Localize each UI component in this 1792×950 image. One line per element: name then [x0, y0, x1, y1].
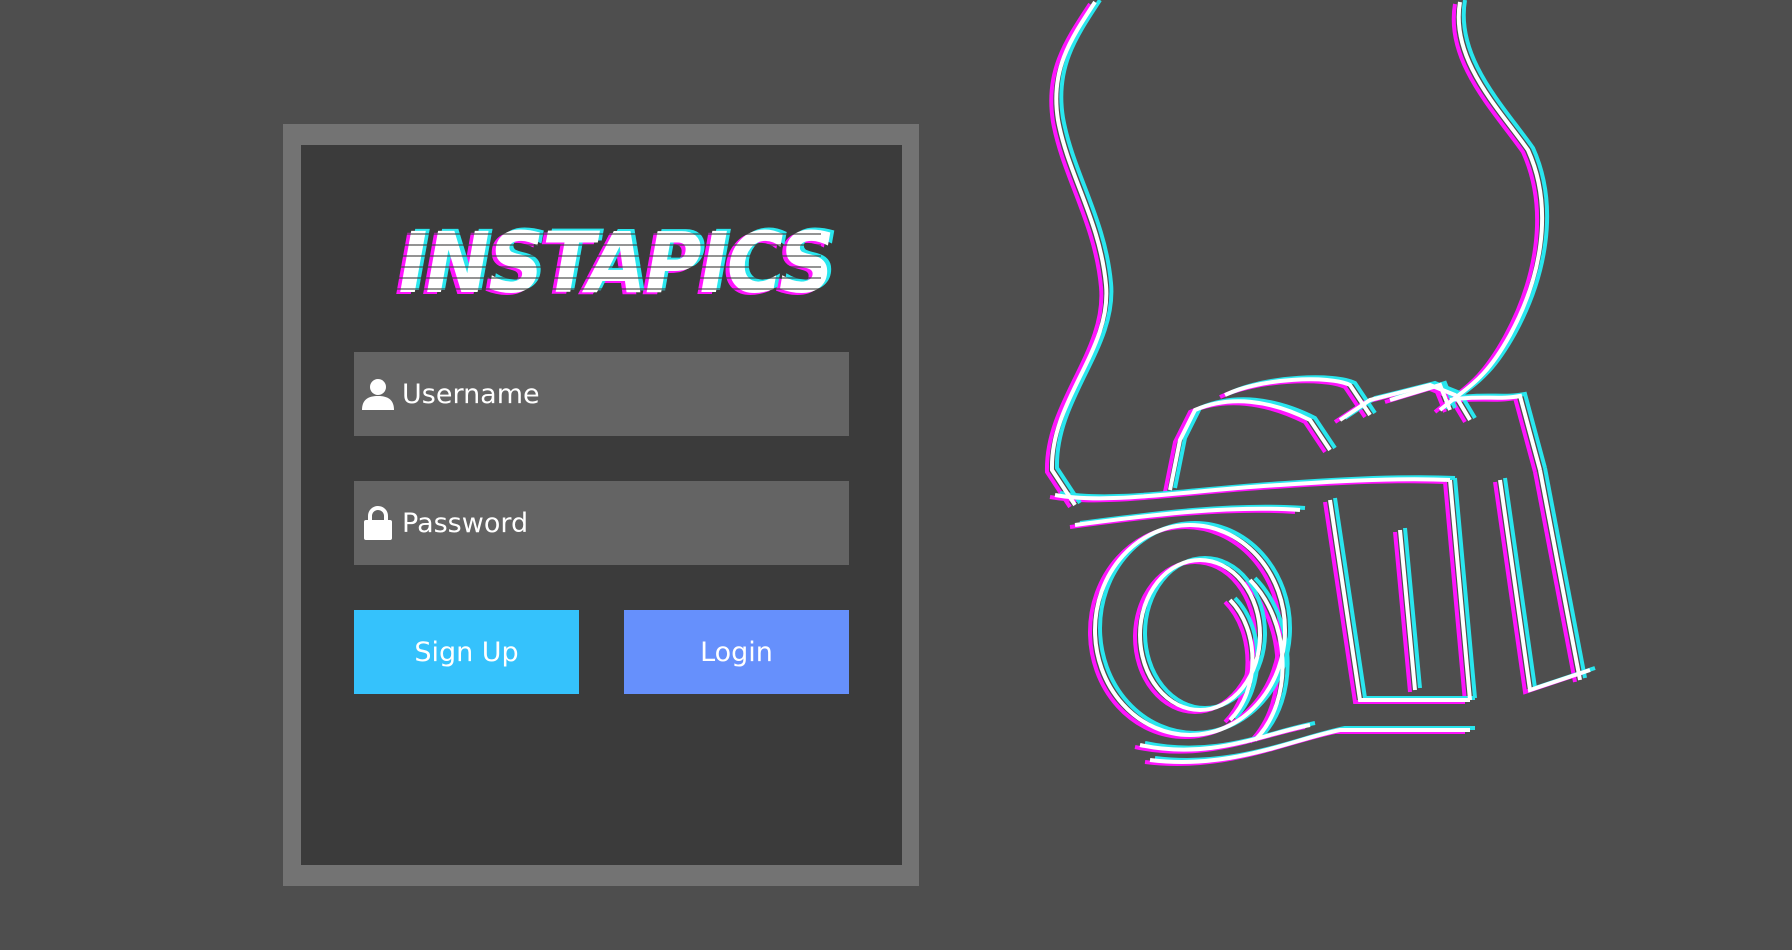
logo-text: INSTAPICS	[398, 214, 835, 312]
user-icon	[360, 376, 396, 412]
login-card: INSTAPICS INSTAPICS INSTAPICS Username S…	[301, 145, 902, 865]
password-field[interactable]	[354, 481, 849, 565]
app-logo: INSTAPICS INSTAPICS INSTAPICS	[381, 212, 839, 314]
login-frame: INSTAPICS INSTAPICS INSTAPICS Username S…	[283, 124, 919, 886]
password-input[interactable]	[396, 492, 849, 554]
camera-icon	[1030, 0, 1730, 800]
lock-icon	[360, 505, 396, 541]
login-button[interactable]: Login	[624, 610, 849, 694]
sign-up-button[interactable]: Sign Up	[354, 610, 579, 694]
username-input[interactable]	[396, 363, 849, 425]
login-page: INSTAPICS INSTAPICS INSTAPICS Username S…	[0, 0, 1792, 950]
username-field[interactable]	[354, 352, 849, 436]
